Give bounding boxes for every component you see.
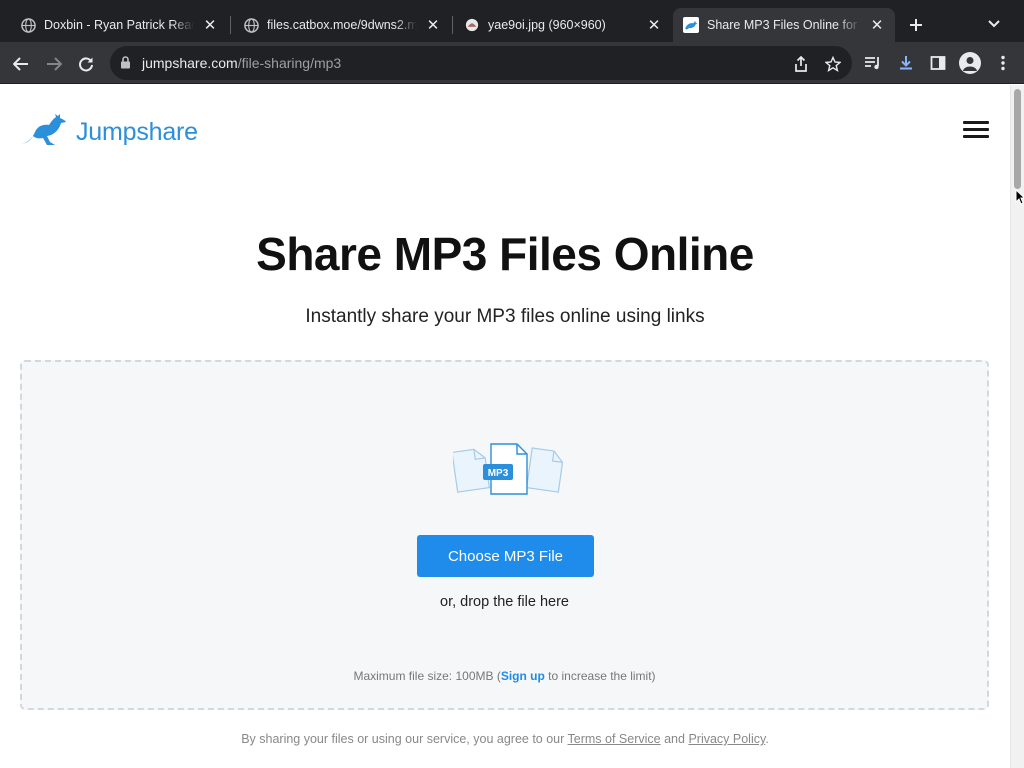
- tab-title: Doxbin - Ryan Patrick Reade: [44, 18, 194, 32]
- side-panel-icon[interactable]: [928, 53, 948, 73]
- close-icon[interactable]: ✕: [644, 15, 664, 35]
- reload-icon[interactable]: [73, 51, 99, 77]
- limit-prefix: Maximum file size: 100MB (: [353, 669, 501, 683]
- limit-suffix: to increase the limit): [544, 669, 656, 683]
- bookmark-star-icon[interactable]: [824, 55, 842, 73]
- privacy-policy-link[interactable]: Privacy Policy: [688, 732, 765, 746]
- file-type-badge: MP3: [488, 468, 509, 479]
- jumpshare-logo[interactable]: Jumpshare: [20, 113, 198, 152]
- image-icon: [464, 17, 480, 33]
- globe-icon: [20, 17, 36, 33]
- url-text: jumpshare.com/file-sharing/mp3: [142, 55, 341, 71]
- page-title: Share MP3 Files Online: [256, 228, 754, 280]
- back-icon[interactable]: [8, 51, 34, 77]
- web-page: Jumpshare Share MP3 Files Online Instant…: [0, 85, 1010, 768]
- browser-tab[interactable]: files.catbox.moe/9dwns2.mp3 ✕: [223, 8, 451, 42]
- mouse-cursor-icon: [1015, 188, 1024, 210]
- new-tab-button[interactable]: [904, 13, 928, 37]
- browser-tab[interactable]: yae9oi.jpg (960×960) ✕: [444, 8, 672, 42]
- browser-tab-active[interactable]: Share MP3 Files Online for Free ✕: [673, 8, 895, 42]
- scrollbar-thumb[interactable]: [1014, 89, 1021, 189]
- page-scrollbar[interactable]: [1010, 85, 1024, 768]
- terms-middle: and: [660, 732, 689, 746]
- hamburger-menu-icon[interactable]: [963, 121, 989, 139]
- drop-hint: or, drop the file here: [440, 594, 569, 610]
- sign-up-link[interactable]: Sign up: [501, 669, 545, 683]
- media-control-icon[interactable]: [863, 53, 883, 73]
- browser-tabstrip: Doxbin - Ryan Patrick Reade ✕ files.catb…: [0, 0, 1024, 42]
- profile-avatar-icon[interactable]: [959, 52, 981, 74]
- close-icon[interactable]: ✕: [867, 15, 887, 35]
- choose-file-button[interactable]: Choose MP3 File: [417, 535, 594, 577]
- terms-prefix: By sharing your files or using our servi…: [241, 732, 568, 746]
- terms-of-service-link[interactable]: Terms of Service: [568, 732, 661, 746]
- browser-toolbar: jumpshare.com/file-sharing/mp3: [0, 42, 1024, 84]
- tab-title: yae9oi.jpg (960×960): [488, 18, 606, 32]
- kebab-menu-icon[interactable]: [993, 53, 1013, 73]
- share-icon[interactable]: [792, 55, 810, 73]
- address-bar[interactable]: jumpshare.com/file-sharing/mp3: [110, 46, 852, 80]
- file-size-limit: Maximum file size: 100MB (Sign up to inc…: [22, 669, 987, 683]
- forward-icon[interactable]: [41, 51, 67, 77]
- chevron-down-icon[interactable]: [983, 13, 1005, 35]
- terms-suffix: .: [765, 732, 769, 746]
- globe-icon: [243, 17, 259, 33]
- browser-tab[interactable]: Doxbin - Ryan Patrick Reade ✕: [0, 8, 228, 42]
- tab-title: Share MP3 Files Online for Free: [707, 18, 861, 32]
- url-path: /file-sharing/mp3: [237, 55, 342, 71]
- jumpshare-icon: [683, 17, 699, 33]
- close-icon[interactable]: ✕: [423, 15, 443, 35]
- page-subtitle: Instantly share your MP3 files online us…: [305, 306, 705, 327]
- download-icon[interactable]: [896, 53, 916, 73]
- logo-text: Jumpshare: [76, 118, 198, 146]
- url-domain: jumpshare.com: [142, 55, 238, 71]
- tab-title: files.catbox.moe/9dwns2.mp3: [267, 18, 417, 32]
- files-illustration-icon: MP3: [451, 442, 564, 498]
- kangaroo-logo-icon: [20, 113, 68, 152]
- lock-icon[interactable]: [120, 56, 131, 74]
- close-icon[interactable]: ✕: [200, 15, 220, 35]
- terms-notice: By sharing your files or using our servi…: [0, 732, 1010, 746]
- file-dropzone[interactable]: MP3 Choose MP3 File or, drop the file he…: [20, 360, 989, 710]
